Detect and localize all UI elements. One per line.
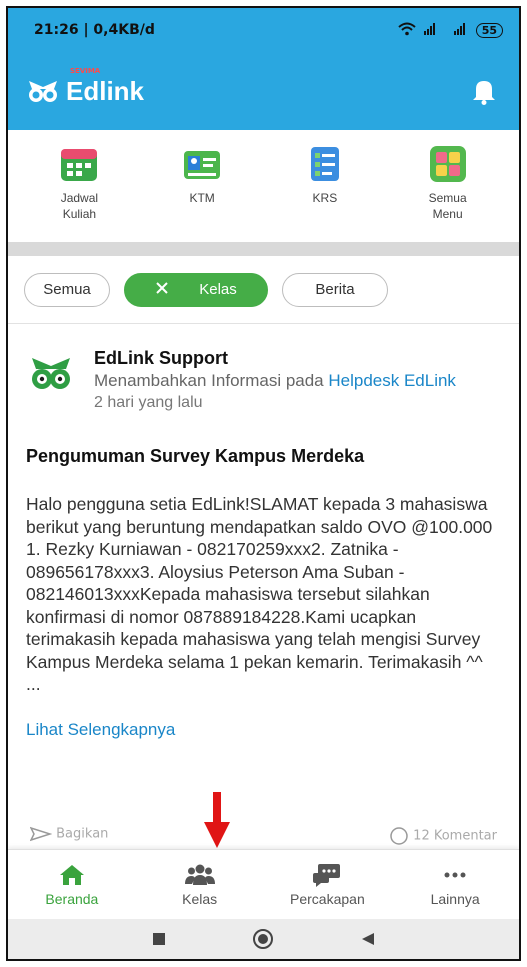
checklist-icon [305,144,345,184]
recent-apps-icon[interactable] [151,931,167,951]
status-bar: 21:26 | 0,4KB/d 55 [8,8,519,52]
post-actions: Bagikan 12 Komentar [8,826,519,850]
owl-logo-icon [26,77,60,105]
read-more-link[interactable]: Lihat Selengkapnya [26,720,501,740]
post-header: EdLink Support Menambahkan Informasi pad… [26,348,501,412]
quick-label: KRS [312,191,338,205]
back-icon[interactable] [360,931,376,951]
chat-icon [312,863,342,887]
bell-icon[interactable] [469,76,499,106]
status-icons: 55 [398,22,503,39]
group-icon [184,863,215,887]
comments-button[interactable]: 12 Komentar [389,826,497,850]
section-divider [8,242,519,256]
quick-label: KTM [189,191,215,205]
id-card-icon [182,144,222,184]
filter-chip-berita[interactable]: Berita [282,272,388,307]
close-icon[interactable] [155,281,169,299]
nav-item-lainnya[interactable]: Lainnya [400,863,510,907]
brand: SEVIMA Edlink [26,67,145,107]
owl-avatar-icon [26,354,76,394]
quick-item-ktm[interactable]: KTM [152,144,252,242]
red-arrow-annotation [204,792,230,848]
bottom-navigation: Beranda Kelas Percakapan Lainnya [8,849,519,919]
calendar-icon [59,144,99,184]
quick-item-semua-menu[interactable]: Semua Menu [398,144,498,242]
wifi-icon [398,22,416,39]
post-body: Halo pengguna setia EdLink!SLAMAT kepada… [26,494,493,694]
more-icon [440,863,470,887]
nav-item-beranda[interactable]: Beranda [17,863,127,907]
nav-item-kelas[interactable]: Kelas [145,863,255,907]
filter-chip-label: Kelas [199,281,237,298]
comments-label: 12 Komentar [413,828,497,844]
home-icon [57,863,87,887]
brand-subtitle: SEVIMA [70,66,101,75]
quick-label: Jadwal Kuliah [60,191,99,221]
filter-chips: Semua Kelas Berita [8,256,519,324]
app-bar: SEVIMA Edlink [8,52,519,130]
quick-item-krs[interactable]: KRS [275,144,375,242]
home-button-icon[interactable] [252,928,274,954]
status-time: 21:26 | 0,4KB/d [34,22,155,38]
battery-icon: 55 [475,22,503,38]
share-label: Bagikan [56,826,109,842]
post-title: Pengumuman Survey Kampus Merdeka [26,446,365,466]
post-action: Menambahkan Informasi pada Helpdesk EdLi… [94,369,456,392]
post-author[interactable]: EdLink Support [94,348,456,369]
quick-item-jadwal[interactable]: Jadwal Kuliah [29,144,129,242]
share-button[interactable]: Bagikan [29,826,109,850]
nav-label: Lainnya [430,890,480,907]
filter-chip-all[interactable]: Semua [24,272,110,307]
grid-icon [428,144,468,184]
nav-label: Kelas [182,890,218,907]
nav-label: Percakapan [290,890,365,907]
quick-label: Semua Menu [428,191,467,221]
system-navigation [8,919,519,959]
post-group-link[interactable]: Helpdesk EdLink [328,371,456,390]
nav-label: Beranda [45,890,99,907]
quick-menu: Jadwal Kuliah KTM KRS Semua Menu [8,130,519,242]
post-action-text: Menambahkan Informasi pada [94,371,329,390]
signal-icon [423,22,446,38]
nav-item-percakapan[interactable]: Percakapan [272,863,382,907]
post-card: EdLink Support Menambahkan Informasi pad… [8,324,519,740]
post-time: 2 hari yang lalu [94,394,203,411]
signal-icon-2 [453,22,468,38]
filter-chip-kelas[interactable]: Kelas [124,272,268,307]
phone-screen: 21:26 | 0,4KB/d 55 SEVIMA Edlink Jadwal … [6,6,521,961]
brand-name: Edlink [66,75,145,106]
